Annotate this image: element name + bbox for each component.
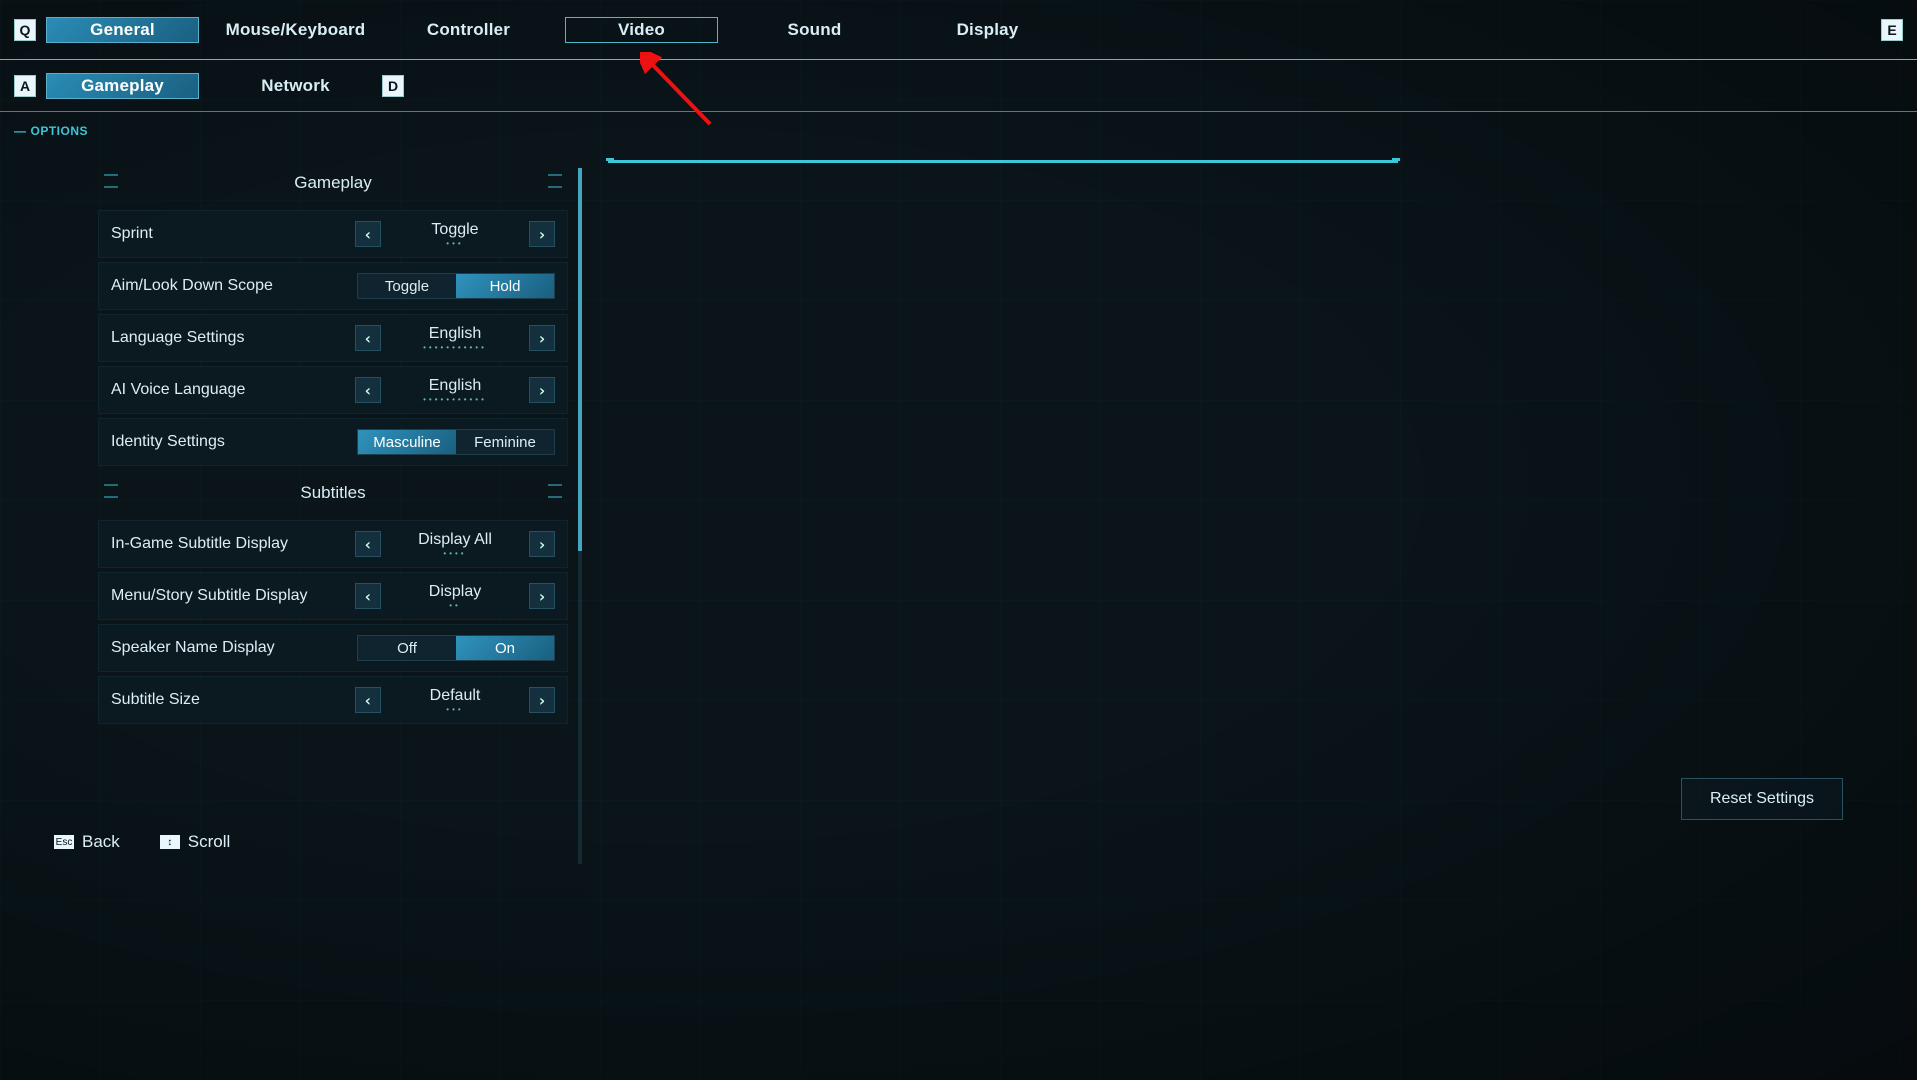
- subtab-gameplay[interactable]: Gameplay: [46, 73, 199, 99]
- subtab-network[interactable]: Network: [219, 73, 372, 99]
- setting-row-speaker-name-display: Speaker Name DisplayOffOn: [98, 624, 568, 672]
- scrollbar-track[interactable]: [578, 168, 582, 864]
- setting-label: Aim/Look Down Scope: [111, 277, 357, 295]
- setting-row-identity-settings: Identity SettingsMasculineFeminine: [98, 418, 568, 466]
- setting-row-sprint: Sprint‹ Toggle ••• ›: [98, 210, 568, 258]
- next-arrow[interactable]: ›: [529, 687, 555, 713]
- page-dots: ••: [449, 603, 461, 609]
- tab-display[interactable]: Display: [911, 17, 1064, 43]
- setting-value: Toggle: [431, 221, 478, 239]
- back-hint: Esc Back: [54, 832, 120, 852]
- key-hint-a: A: [14, 75, 36, 97]
- setting-label: In-Game Subtitle Display: [111, 535, 355, 553]
- primary-tab-row: Q General Mouse/Keyboard Controller Video So…: [0, 0, 1917, 60]
- setting-label: Subtitle Size: [111, 691, 355, 709]
- segment-masculine[interactable]: Masculine: [358, 430, 456, 454]
- next-arrow[interactable]: ›: [529, 325, 555, 351]
- setting-label: AI Voice Language: [111, 381, 355, 399]
- setting-value: Display All: [418, 531, 492, 549]
- setting-value: Default: [430, 687, 481, 705]
- footer-hints: Esc Back ↕ Scroll: [54, 832, 230, 852]
- next-arrow[interactable]: ›: [529, 377, 555, 403]
- setting-label: Sprint: [111, 225, 355, 243]
- scrollbar-thumb[interactable]: [578, 168, 582, 551]
- page-dots: •••: [446, 241, 463, 247]
- reset-settings-button[interactable]: Reset Settings: [1681, 778, 1843, 820]
- setting-row-subtitle-size: Subtitle Size‹ Default ••• ›: [98, 676, 568, 724]
- page-dots: •••: [446, 707, 463, 713]
- page-dots: •••••••••••: [423, 397, 487, 403]
- page-dots: ••••: [443, 551, 466, 557]
- segment-off[interactable]: Off: [358, 636, 456, 660]
- next-arrow[interactable]: ›: [529, 221, 555, 247]
- detail-panel: [608, 160, 1398, 872]
- back-key-icon: Esc: [54, 835, 74, 849]
- prev-arrow[interactable]: ‹: [355, 221, 381, 247]
- segment-on[interactable]: On: [456, 636, 554, 660]
- tab-controller[interactable]: Controller: [392, 17, 545, 43]
- tab-mouse-keyboard[interactable]: Mouse/Keyboard: [219, 17, 372, 43]
- setting-label: Language Settings: [111, 329, 355, 347]
- setting-label: Speaker Name Display: [111, 639, 357, 657]
- key-hint-q: Q: [14, 19, 36, 41]
- prev-arrow[interactable]: ‹: [355, 531, 381, 557]
- setting-value: English: [429, 325, 481, 343]
- page-dots: •••••••••••: [423, 345, 487, 351]
- next-arrow[interactable]: ›: [529, 583, 555, 609]
- options-breadcrumb: OPTIONS: [14, 124, 88, 138]
- setting-row-in-game-subtitle-display: In-Game Subtitle Display‹ Display All ••••…: [98, 520, 568, 568]
- tab-video[interactable]: Video: [565, 17, 718, 43]
- secondary-tab-row: A Gameplay Network D: [0, 60, 1917, 112]
- setting-value: Display: [429, 583, 481, 601]
- segment-hold[interactable]: Hold: [456, 274, 554, 298]
- tab-sound[interactable]: Sound: [738, 17, 891, 43]
- prev-arrow[interactable]: ‹: [355, 687, 381, 713]
- setting-label: Identity Settings: [111, 433, 357, 451]
- key-hint-e: E: [1881, 19, 1903, 41]
- setting-label: Menu/Story Subtitle Display: [111, 587, 355, 605]
- key-hint-d: D: [382, 75, 404, 97]
- prev-arrow[interactable]: ‹: [355, 325, 381, 351]
- setting-row-ai-voice-language: AI Voice Language‹ English ••••••••••• ›: [98, 366, 568, 414]
- setting-row-language-settings: Language Settings‹ English ••••••••••• ›: [98, 314, 568, 362]
- section-title-gameplay: Gameplay: [98, 160, 568, 206]
- prev-arrow[interactable]: ‹: [355, 583, 381, 609]
- next-arrow[interactable]: ›: [529, 531, 555, 557]
- segment-toggle[interactable]: Toggle: [358, 274, 456, 298]
- setting-value: English: [429, 377, 481, 395]
- tab-general[interactable]: General: [46, 17, 199, 43]
- settings-list: GameplaySprint‹Toggle•••›Aim/Look Down S…: [98, 160, 568, 872]
- segment-feminine[interactable]: Feminine: [456, 430, 554, 454]
- prev-arrow[interactable]: ‹: [355, 377, 381, 403]
- scroll-key-icon: ↕: [160, 835, 180, 849]
- scroll-hint: ↕ Scroll: [160, 832, 231, 852]
- setting-row-menu-story-subtitle-display: Menu/Story Subtitle Display‹ Display •• ›: [98, 572, 568, 620]
- setting-row-aim-look-down-scope: Aim/Look Down ScopeToggleHold: [98, 262, 568, 310]
- section-title-subtitles: Subtitles: [98, 470, 568, 516]
